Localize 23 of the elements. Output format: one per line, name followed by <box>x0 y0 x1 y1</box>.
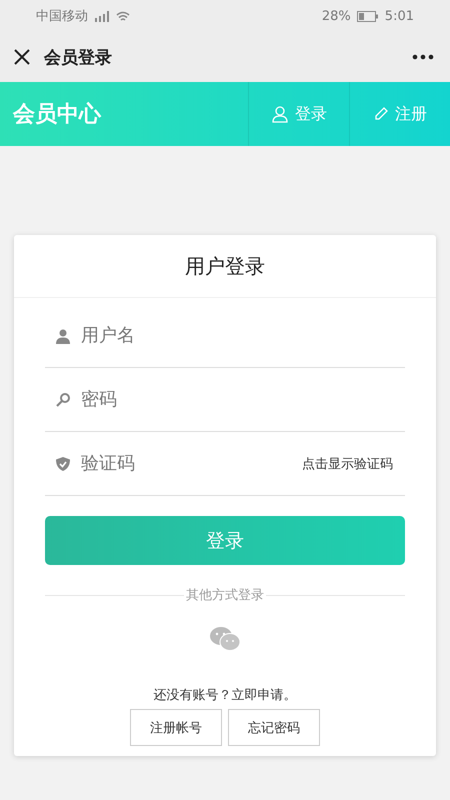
shield-icon <box>55 456 71 472</box>
user-icon <box>55 328 71 344</box>
close-icon[interactable] <box>14 49 30 65</box>
battery-level: 28% <box>322 8 351 24</box>
page-title: 会员登录 <box>44 46 113 68</box>
battery-icon <box>356 10 379 22</box>
clock-time: 5:01 <box>384 8 414 24</box>
user-icon <box>271 105 289 123</box>
captcha-link[interactable]: 点击显示验证码 <box>302 454 393 472</box>
divider-label: 其他方式登录 <box>184 586 266 604</box>
pencil-icon <box>373 106 389 122</box>
outline-button[interactable]: 注册帐号 <box>130 709 222 746</box>
outline-button[interactable]: 忘记密码 <box>228 709 320 746</box>
input-field[interactable]: 验证码 <box>81 449 292 478</box>
input-field[interactable]: 用户名 <box>81 321 405 350</box>
wifi-icon <box>116 10 130 22</box>
input-field[interactable]: 密码 <box>81 385 405 414</box>
signup-prompt: 还没有账号？立即申请。 <box>154 687 296 704</box>
more-icon[interactable] <box>412 54 434 60</box>
signal-icon <box>94 10 110 22</box>
site-title: 会员中心 <box>12 100 102 129</box>
card-title: 用户登录 <box>14 235 436 298</box>
carrier-name: 中国移动 <box>36 8 88 25</box>
